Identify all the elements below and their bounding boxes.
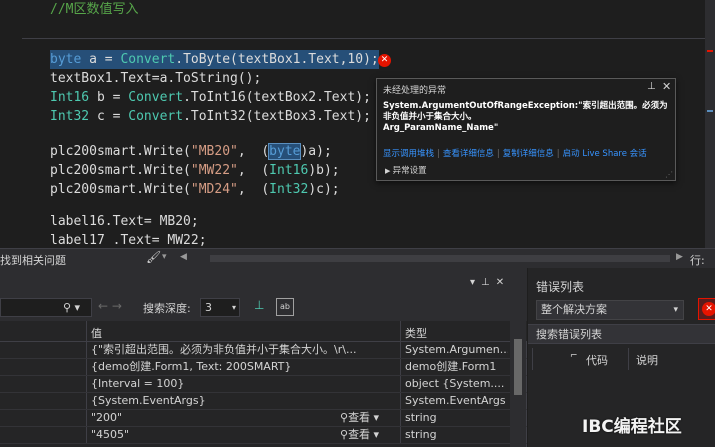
show-call-stack-link[interactable]: 显示调用堆栈 bbox=[383, 149, 434, 159]
table-row[interactable]: {System.EventArgs} System.EventArgs bbox=[0, 393, 527, 410]
view-button[interactable]: ⚲查看 ▾ bbox=[340, 410, 400, 426]
code-comment: //M区数值写入 bbox=[50, 2, 139, 17]
filter-icon[interactable]: ⌐ bbox=[570, 351, 578, 361]
chevron-down-icon[interactable]: ▾ bbox=[162, 252, 167, 262]
row-type: System.EventArgs bbox=[400, 393, 508, 409]
column-separator bbox=[86, 321, 87, 342]
copy-details-link[interactable]: 复制详细信息 bbox=[503, 149, 554, 159]
row-value: {System.EventArgs} bbox=[86, 393, 400, 409]
code-line-6[interactable]: plc200smart.Write("MW22", (Int16)b); bbox=[50, 161, 340, 180]
column-header-value[interactable]: 值 bbox=[91, 325, 102, 341]
editor-gutter bbox=[0, 0, 22, 248]
row-type: string bbox=[400, 410, 508, 426]
row-type: demo创建.Form1 bbox=[400, 359, 508, 375]
magnifier-icon: ⚲ bbox=[340, 428, 349, 441]
search-navigation: ← → bbox=[98, 299, 122, 313]
errors-filter-button[interactable]: ✕ bbox=[698, 298, 715, 320]
code-line-7[interactable]: plc200smart.Write("MD24", (Int32)c); bbox=[50, 180, 340, 199]
locals-toolbar: ⚲ ▾ ← → 搜索深度: 3 ▾ ⊥ ab bbox=[0, 295, 527, 321]
column-header-code[interactable]: 代码 bbox=[586, 352, 608, 368]
search-icon: ⚲ ▾ bbox=[63, 301, 81, 314]
search-depth-label: 搜索深度: bbox=[143, 302, 191, 315]
error-list-title: 错误列表 bbox=[536, 280, 585, 294]
close-icon[interactable]: ✕ bbox=[662, 80, 671, 93]
exception-popup-title: 未经处理的异常 bbox=[383, 86, 447, 96]
resize-grip-icon[interactable]: ⋰ bbox=[665, 170, 673, 179]
column-header-type[interactable]: 类型 bbox=[405, 325, 427, 341]
code-cleanup-brush-icon[interactable]: 🖌 bbox=[146, 250, 161, 264]
locals-window: ▾⊥✕ ⚲ ▾ ← → 搜索深度: 3 ▾ ⊥ ab 值 类型 {"索引超出范围。… bbox=[0, 268, 527, 447]
table-row[interactable]: {Interval = 100} object {System.... bbox=[0, 376, 527, 393]
exception-links: 显示调用堆栈 | 查看详细信息 | 复制详细信息 | 启动 Live Share 会话 bbox=[383, 149, 647, 159]
row-type: System.Argumen... bbox=[400, 342, 508, 358]
exception-settings-toggle[interactable]: ▶ 异常设置 bbox=[385, 164, 427, 176]
table-row[interactable]: {"索引超出范围。必须为非负值并小于集合大小。\r\... System.Argu… bbox=[0, 342, 527, 359]
row-value: {"索引超出范围。必须为非负值并小于集合大小。\r\... bbox=[86, 342, 400, 358]
error-glyph-icon[interactable]: ✕ bbox=[378, 54, 391, 67]
table-row[interactable]: "4505" ⚲查看 ▾ string bbox=[0, 427, 527, 444]
view-button[interactable]: ⚲查看 ▾ bbox=[340, 427, 400, 443]
row-value: {Interval = 100} bbox=[86, 376, 400, 392]
code-line-5[interactable]: plc200smart.Write("MB20", (byte)a); bbox=[50, 142, 332, 161]
column-separator bbox=[532, 348, 533, 370]
editor-vertical-scrollbar[interactable] bbox=[705, 0, 715, 248]
locals-search-input[interactable]: ⚲ ▾ bbox=[0, 298, 92, 317]
error-list-search-input[interactable]: 搜索错误列表 bbox=[528, 324, 715, 344]
locals-vertical-scrollbar[interactable] bbox=[510, 321, 526, 447]
watermark-logo: IBC编程社区 bbox=[582, 417, 682, 437]
pin-icon[interactable]: ⊥ bbox=[481, 277, 496, 288]
code-line-4[interactable]: Int32 c = Convert.ToInt32(textBox3.Text)… bbox=[50, 107, 371, 126]
row-type: string bbox=[400, 427, 508, 443]
column-separator bbox=[628, 348, 629, 370]
locals-window-header: ▾⊥✕ bbox=[0, 268, 527, 295]
view-details-link[interactable]: 查看详细信息 bbox=[443, 149, 494, 159]
column-header-description[interactable]: 说明 bbox=[636, 352, 658, 368]
exception-helper-popup[interactable]: 未经处理的异常 ⊥ ✕ System.ArgumentOutOfRangeExc… bbox=[376, 78, 676, 181]
table-row[interactable]: "200" ⚲查看 ▾ string bbox=[0, 410, 527, 427]
scrollbar-selection-mark bbox=[707, 110, 713, 112]
issues-status[interactable]: 找到相关问题 bbox=[0, 252, 66, 268]
code-line-8[interactable]: label16.Text= MB20; bbox=[50, 212, 199, 231]
code-line-2[interactable]: textBox1.Text=a.ToString(); bbox=[50, 69, 261, 88]
chevron-down-icon: ▾ bbox=[231, 303, 236, 312]
error-icon: ✕ bbox=[702, 302, 715, 316]
close-icon[interactable]: ✕ bbox=[496, 277, 510, 288]
pin-icon[interactable]: ⊥ bbox=[647, 81, 656, 92]
code-line-3[interactable]: Int16 b = Convert.ToInt16(textBox2.Text)… bbox=[50, 88, 371, 107]
column-separator bbox=[400, 321, 401, 342]
window-controls: ▾⊥✕ bbox=[470, 277, 510, 288]
arrow-left-icon[interactable]: ← bbox=[98, 299, 108, 313]
locals-rows: {"索引超出范围。必须为非负值并小于集合大小。\r\... System.Argu… bbox=[0, 342, 527, 444]
error-scope-select[interactable]: 整个解决方案 ▾ bbox=[536, 300, 684, 320]
chevron-right-icon: ▶ bbox=[385, 167, 393, 175]
pin-to-source-icon[interactable]: ⊥ bbox=[254, 298, 264, 312]
arrow-right-icon[interactable]: → bbox=[112, 299, 122, 313]
exception-message: System.ArgumentOutOfRangeException:"索引超出… bbox=[383, 101, 668, 133]
horizontal-scrollbar[interactable] bbox=[210, 255, 670, 262]
code-editor[interactable]: //M区数值写入 byte a = Convert.ToByte(textBox… bbox=[0, 0, 715, 248]
scrollbar-thumb[interactable] bbox=[514, 339, 522, 395]
table-row[interactable]: {demo创建.Form1, Text: 200SMART} demo创建.For… bbox=[0, 359, 527, 376]
scrollbar-error-mark bbox=[707, 50, 713, 52]
code-line-1[interactable]: byte a = Convert.ToByte(textBox1.Text,10… bbox=[50, 50, 379, 69]
row-type: object {System.... bbox=[400, 376, 508, 392]
scroll-right-icon[interactable]: ▶ bbox=[676, 252, 683, 262]
editor-separator bbox=[22, 38, 715, 39]
error-list-columns: ⌐ 代码 说明 bbox=[528, 348, 715, 370]
locals-grid-header: 值 类型 bbox=[0, 321, 527, 342]
search-depth-select[interactable]: 3 ▾ bbox=[200, 298, 240, 317]
magnifier-icon: ⚲ bbox=[340, 411, 349, 424]
scroll-left-icon[interactable]: ◀ bbox=[180, 252, 187, 262]
start-live-share-link[interactable]: 启动 Live Share 会话 bbox=[563, 149, 647, 159]
chevron-down-icon: ▾ bbox=[673, 305, 678, 315]
row-value: {demo创建.Form1, Text: 200SMART} bbox=[86, 359, 400, 375]
editor-status-bar: 找到相关问题 🖌 ▾ ◀ ▶ 行: 10 bbox=[0, 248, 715, 281]
code-line-9[interactable]: label17 .Text= MW22; bbox=[50, 231, 207, 248]
view-mode-icon[interactable]: ab bbox=[276, 298, 294, 316]
dropdown-icon[interactable]: ▾ bbox=[470, 277, 481, 288]
